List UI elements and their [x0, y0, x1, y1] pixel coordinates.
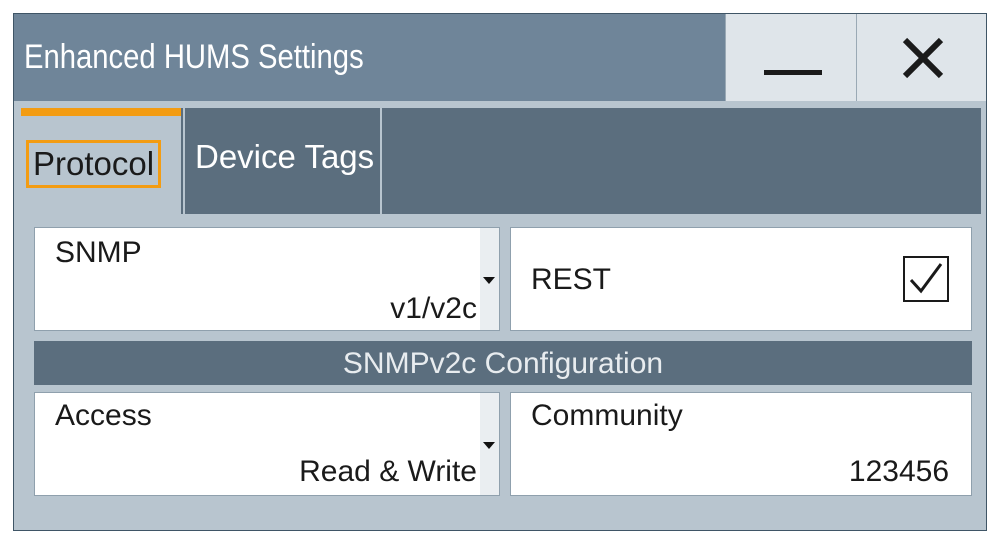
tab-protocol[interactable]: Protocol — [21, 108, 181, 214]
tab-device-tags[interactable]: Device Tags — [183, 108, 382, 214]
access-dropdown[interactable]: Access Read & Write — [34, 392, 500, 496]
snmpv2c-section-header: SNMPv2c Configuration — [34, 341, 972, 385]
community-value: 123456 — [848, 455, 949, 488]
access-value: Read & Write — [299, 455, 477, 488]
tab-bar: Protocol Device Tags — [21, 108, 981, 214]
snmp-label: SNMP — [55, 236, 142, 269]
snmp-dropdown[interactable]: SNMP v1/v2c — [34, 227, 500, 331]
tab-protocol-label: Protocol — [26, 140, 162, 188]
rest-checkbox[interactable] — [903, 256, 949, 302]
rest-label: REST — [531, 263, 612, 296]
tab-device-tags-label: Device Tags — [195, 138, 375, 175]
community-field[interactable]: Community 123456 — [510, 392, 972, 496]
community-label: Community — [531, 399, 683, 432]
section-title: SNMPv2c Configuration — [342, 347, 664, 380]
chevron-down-icon — [483, 442, 495, 449]
close-icon — [902, 37, 944, 79]
access-label: Access — [55, 399, 152, 432]
close-button[interactable] — [856, 14, 986, 101]
snmp-value: v1/v2c — [390, 292, 477, 325]
title-bar: Enhanced HUMS Settings — [14, 14, 986, 101]
rest-field: REST — [510, 227, 972, 331]
minimize-icon — [764, 70, 822, 75]
minimize-button[interactable] — [725, 14, 856, 101]
chevron-down-icon — [483, 277, 495, 284]
dialog-title: Enhanced HUMS Settings — [24, 38, 364, 76]
settings-dialog: Enhanced HUMS Settings Protocol Device T… — [13, 13, 987, 531]
checkmark-icon — [909, 263, 943, 294]
